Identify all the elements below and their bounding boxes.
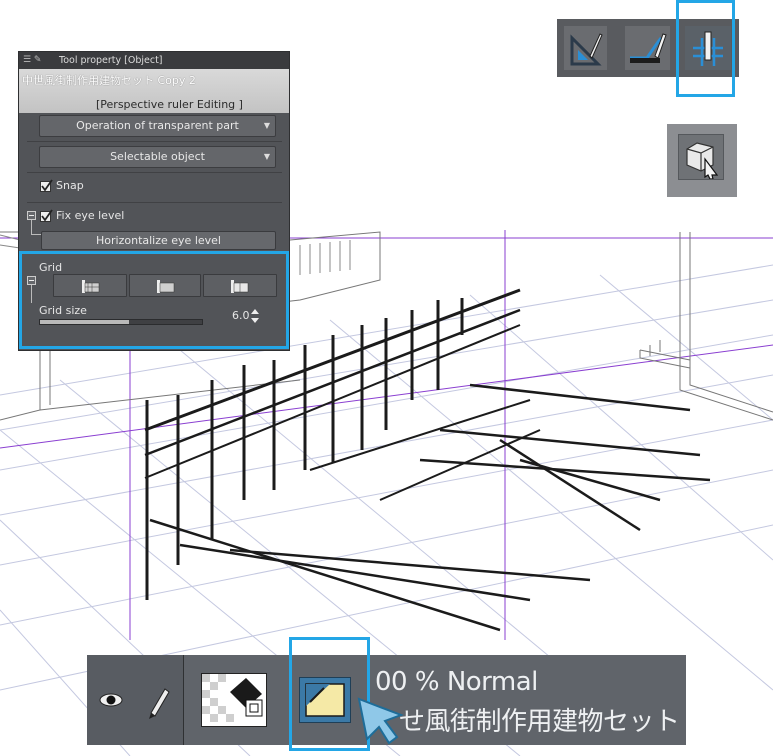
- selectable-object-label: Selectable object: [110, 150, 205, 163]
- eye-icon: [99, 693, 123, 707]
- checkmark-icon: [41, 209, 53, 222]
- chevron-down-icon: ▼: [263, 121, 270, 130]
- pen-icon: [149, 688, 170, 719]
- object-name: 中世風街制作用建物セット Copy 2: [22, 74, 196, 87]
- checkmark-icon: [41, 179, 53, 192]
- layer-edit-toggle[interactable]: [135, 655, 184, 745]
- panel-title: Tool property [Object]: [59, 55, 163, 66]
- 3d-object-select-icon: [678, 134, 724, 180]
- horizontalize-eye-level-button[interactable]: Horizontalize eye level: [41, 231, 276, 250]
- grid-section-highlight: [19, 251, 289, 349]
- object-mode-label: [Perspective ruler Editing ]: [96, 98, 243, 111]
- transparent-part-dropdown[interactable]: Operation of transparent part ▼: [39, 115, 276, 137]
- panel-header: ☰ ✎ Tool property [Object]: [19, 52, 289, 69]
- snap-checkbox[interactable]: [40, 179, 53, 192]
- layer-opacity-blend: 00 % Normal: [375, 667, 538, 697]
- object-tool-button[interactable]: [667, 124, 737, 197]
- grid-ruler-highlight: [676, 0, 735, 97]
- object-title-box: 中世風街制作用建物セット Copy 2 [Perspective ruler E…: [19, 69, 289, 113]
- layer-visibility-toggle[interactable]: [87, 655, 136, 745]
- cursor-arrow-icon: [357, 697, 404, 745]
- fix-eye-level-label: Fix eye level: [56, 209, 125, 222]
- panel-menu-icon[interactable]: ☰ ✎: [23, 54, 41, 66]
- ruler-curve-icon[interactable]: [625, 26, 670, 70]
- perspective-ruler-icon[interactable]: [564, 26, 607, 70]
- collapse-icon[interactable]: [27, 211, 36, 220]
- snap-label: Snap: [56, 179, 84, 192]
- chevron-down-icon: ▼: [263, 152, 270, 161]
- selectable-object-dropdown[interactable]: Selectable object ▼: [39, 146, 276, 168]
- layer-thumbnail: [201, 673, 267, 727]
- transparent-part-label: Operation of transparent part: [76, 119, 239, 132]
- layer-name: せ風街制作用建物セット: [399, 707, 680, 737]
- fix-eye-level-checkbox[interactable]: [40, 209, 53, 222]
